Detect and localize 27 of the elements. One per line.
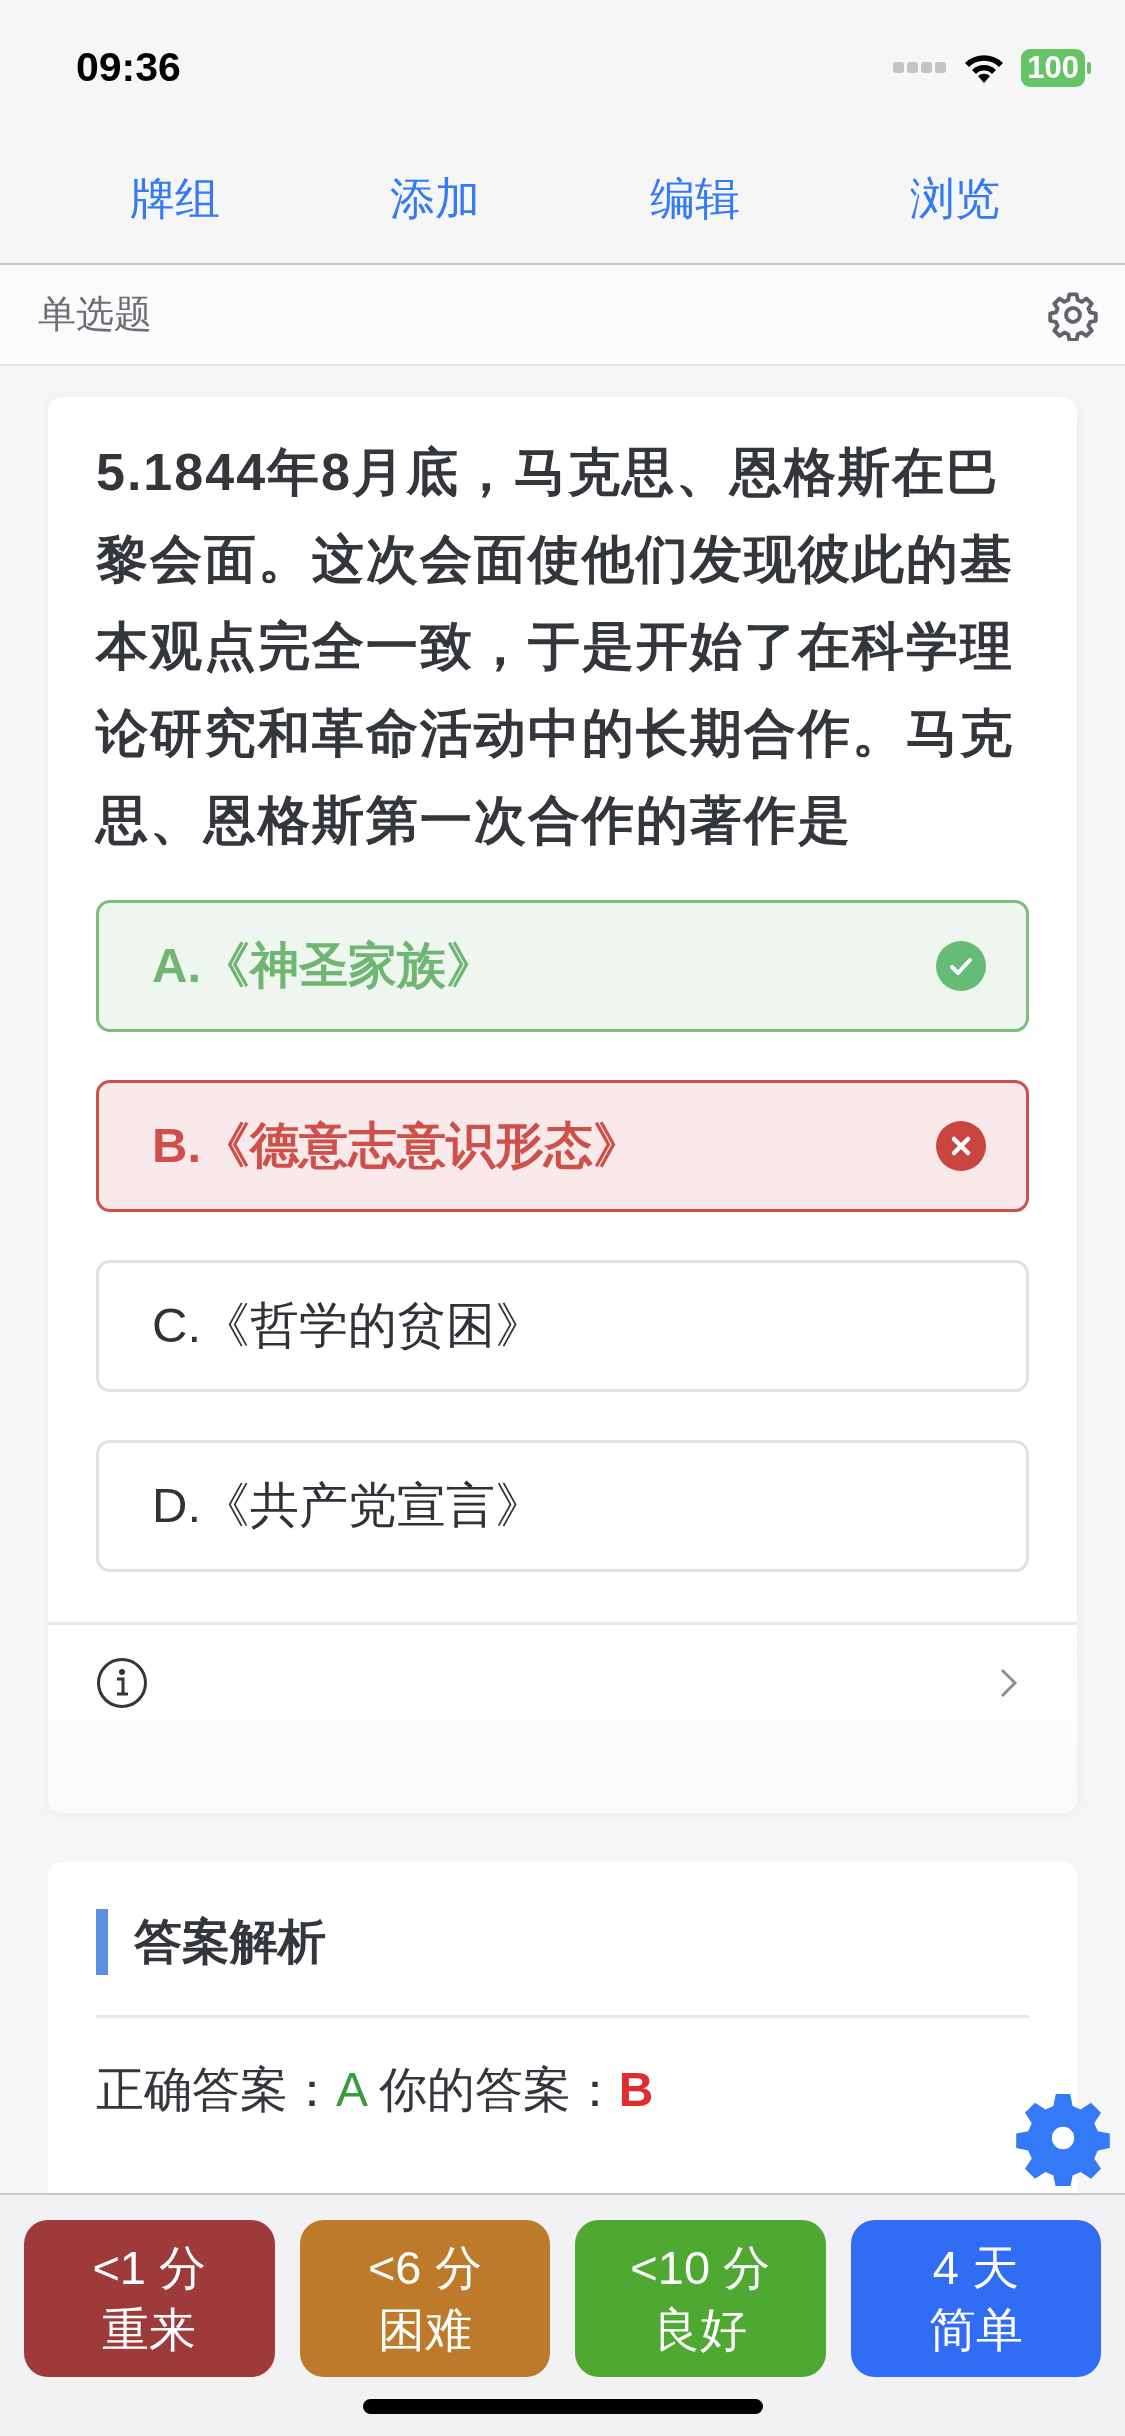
accent-bar [96, 1909, 108, 1975]
answer-grade-button[interactable]: <6 分 困难 [299, 2220, 550, 2377]
option-text: A.《神圣家族》 [152, 937, 495, 994]
answer-option[interactable]: D.《共产党宣言》 [96, 1440, 1029, 1572]
nav-link[interactable]: 添加 [380, 161, 490, 237]
answer-grade-button[interactable]: <10 分 良好 [575, 2220, 826, 2377]
question-type: 单选题 [38, 292, 152, 337]
answer-option[interactable]: C.《哲学的贫困》 [96, 1260, 1029, 1392]
answer-grade-button[interactable]: 4 天 简单 [850, 2220, 1101, 2377]
chevron-right-icon[interactable] [999, 1667, 1019, 1699]
signal-icon [893, 61, 948, 74]
answer-summary: 正确答案：A 你的答案：B [96, 2062, 655, 2118]
option-text: C.《哲学的贫困》 [152, 1297, 544, 1354]
nav-link[interactable]: 牌组 [120, 161, 230, 237]
answer-grade-button[interactable]: <1 分 重来 [24, 2220, 275, 2377]
option-text: D.《共产党宣言》 [152, 1477, 544, 1534]
answer-option[interactable]: B.《德意志意识形态》 [96, 1080, 1029, 1212]
option-text: B.《德意志意识形态》 [152, 1117, 642, 1174]
status-time: 09:36 [76, 44, 181, 91]
info-icon[interactable] [96, 1657, 148, 1709]
answer-option[interactable]: A.《神圣家族》 [96, 900, 1029, 1032]
nav-link[interactable]: 编辑 [640, 161, 750, 237]
cross-icon [936, 1121, 986, 1171]
check-icon [936, 941, 986, 991]
section-title: 答案解析 [134, 1914, 326, 1970]
nav-link[interactable]: 浏览 [900, 161, 1010, 237]
question-text: 5.1844年8月底，马克思、恩格斯在巴黎会面。这次会面使他们发现彼此的基本观点完全一致，于是开始了在科学理论研究和革命活动中的长期合作。马克思、恩格斯第一次合作的著作是 [93, 442, 1015, 851]
